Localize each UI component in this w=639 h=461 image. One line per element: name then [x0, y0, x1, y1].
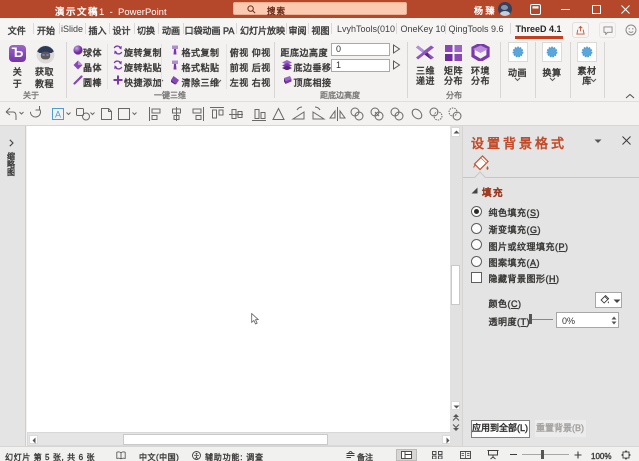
svg-text:A: A: [55, 110, 61, 120]
